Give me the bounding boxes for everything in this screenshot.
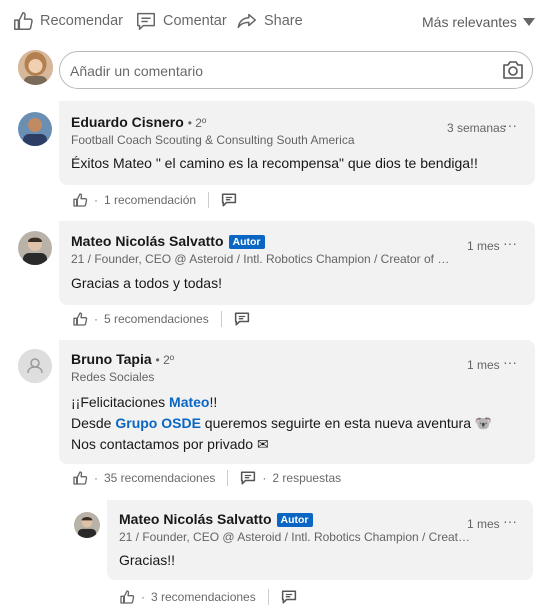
reply-icon[interactable] (221, 193, 237, 207)
footer-dot: · (262, 471, 267, 485)
comment-avatar[interactable] (18, 349, 52, 383)
reply-icon[interactable] (281, 590, 297, 604)
camera-icon[interactable] (502, 60, 524, 80)
divider (267, 589, 269, 605)
author-badge: Autor (228, 235, 265, 249)
comment-footer: · 3 recomendaciones (119, 587, 297, 607)
divider (220, 311, 222, 327)
more-options-button[interactable]: ··· (503, 354, 517, 370)
comment-icon (135, 10, 157, 32)
like-reaction-icon[interactable] (72, 470, 88, 486)
comment-time: 1 mes (467, 358, 500, 372)
comment-text: Gracias a todos y todas! (71, 275, 222, 291)
like-button[interactable]: Recomendar (12, 8, 123, 34)
author-headline: Redes Sociales (71, 370, 155, 384)
like-reaction-icon[interactable] (119, 589, 135, 605)
sort-label: Más relevantes (422, 14, 517, 30)
comment-author[interactable]: Mateo Nicolás Salvatto Autor (119, 511, 313, 527)
reaction-count[interactable]: 5 recomendaciones (104, 312, 209, 326)
author-name[interactable]: Mateo Nicolás Salvatto (71, 233, 224, 249)
more-options-button[interactable]: ··· (503, 513, 517, 529)
comment-text: Gracias!! (119, 552, 176, 568)
author-headline: 21 / Founder, CEO @ Asteroid / Intl. Rob… (71, 252, 455, 266)
author-name[interactable]: Eduardo Cisnero (71, 114, 184, 130)
comment-footer: · 35 recomendaciones · 2 respuestas (72, 468, 341, 488)
share-button[interactable]: Share (236, 8, 303, 34)
comment-avatar[interactable] (18, 231, 52, 265)
divider (208, 192, 210, 208)
reply-bubble: Mateo Nicolás Salvatto Autor 21 / Founder… (107, 500, 533, 580)
share-icon (236, 10, 258, 32)
connection-degree: • 2º (187, 116, 207, 130)
comment-footer: · 5 recomendaciones (72, 309, 250, 329)
author-name[interactable]: Mateo Nicolás Salvatto (119, 511, 272, 527)
divider (227, 470, 229, 486)
footer-dot: · (94, 193, 98, 207)
comment-text: ¡¡Felicitaciones Mateo!! Desde Grupo OSD… (71, 392, 492, 455)
reaction-count[interactable]: 35 recomendaciones (104, 471, 215, 485)
like-label: Recomendar (40, 13, 124, 29)
comment-time: 3 semanas (447, 121, 506, 135)
comment-author[interactable]: Eduardo Cisnero • 2º (71, 114, 206, 130)
more-options-button[interactable]: ··· (503, 235, 517, 251)
comment-time: 1 mes (467, 517, 500, 531)
footer-dot: · (94, 312, 98, 326)
text-segment: queremos seguirte en esta nueva aventura… (200, 415, 493, 431)
reply-avatar[interactable] (74, 512, 100, 538)
comment-time: 1 mes (467, 239, 500, 253)
comment-line: ¡¡Felicitaciones Mateo!! (71, 392, 492, 413)
current-user-avatar (18, 50, 53, 85)
comment-button[interactable]: Comentar (135, 8, 227, 34)
comment-bubble: Eduardo Cisnero • 2º Football Coach Scou… (59, 101, 535, 185)
author-badge: Autor (276, 513, 313, 527)
mention-link[interactable]: Grupo OSDE (115, 415, 201, 431)
mention-link[interactable]: Mateo (169, 394, 209, 410)
text-segment: ¡¡Felicitaciones (71, 394, 170, 410)
comment-line: Nos contactamos por privado ✉ (71, 436, 269, 452)
comment-footer: · 1 recomendación (72, 190, 237, 210)
reply-icon[interactable] (234, 312, 250, 326)
connection-degree: • 2º (155, 353, 175, 367)
like-reaction-icon[interactable] (72, 192, 88, 208)
reaction-count[interactable]: 3 recomendaciones (151, 590, 256, 604)
footer-dot: · (141, 590, 145, 604)
comment-label: Comentar (163, 13, 227, 29)
footer-dot: · (94, 471, 98, 485)
author-headline: 21 / Founder, CEO @ Asteroid / Intl. Rob… (119, 530, 471, 544)
comment-input[interactable]: Añadir un comentario (59, 51, 533, 89)
reaction-count[interactable]: 1 recomendación (104, 193, 196, 207)
author-headline: Football Coach Scouting & Consulting Sou… (71, 133, 355, 147)
comment-input-placeholder: Añadir un comentario (70, 63, 204, 79)
text-segment: Desde (71, 415, 116, 431)
reply-icon[interactable] (240, 471, 256, 485)
text-segment: !! (209, 394, 218, 410)
sort-dropdown[interactable]: Más relevantes (422, 14, 535, 30)
comment-text: Éxitos Mateo " el camino es la recompens… (71, 155, 478, 171)
comment-author[interactable]: Bruno Tapia • 2º (71, 351, 174, 367)
more-options-button[interactable]: ··· (503, 117, 517, 133)
comment-bubble: Bruno Tapia • 2º Redes Sociales 1 mes ··… (59, 340, 535, 464)
comment-avatar[interactable] (18, 112, 52, 146)
reply-count[interactable]: 2 respuestas (272, 471, 341, 485)
author-name[interactable]: Bruno Tapia (71, 351, 152, 367)
comment-line: Desde Grupo OSDE queremos seguirte en es… (71, 413, 492, 434)
caret-down-icon (522, 18, 535, 26)
like-reaction-icon[interactable] (72, 311, 88, 327)
thumbs-up-icon (12, 10, 34, 32)
share-label: Share (264, 13, 303, 29)
comment-author[interactable]: Mateo Nicolás Salvatto Autor (71, 233, 265, 249)
comment-bubble: Mateo Nicolás Salvatto Autor 21 / Founder… (59, 221, 535, 305)
